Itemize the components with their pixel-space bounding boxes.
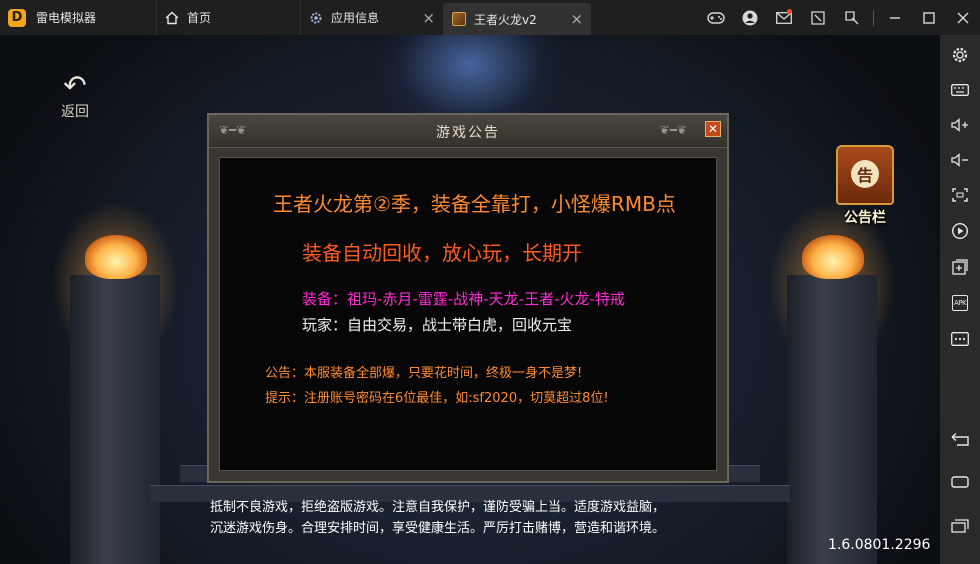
notice-dialog-header: ❦━❦ ❦━❦ 游戏公告 ✕ <box>209 115 727 148</box>
keyboard-icon[interactable] <box>940 76 980 104</box>
app-brand: D 雷电模拟器 <box>0 0 156 35</box>
right-pillar <box>787 275 877 564</box>
back-icon[interactable] <box>940 425 980 453</box>
apk-install-button[interactable]: APK <box>940 289 980 317</box>
notice-dialog: ❦━❦ ❦━❦ 游戏公告 ✕ 王者火龙第②季，装备全靠打，小怪爆RMB点 装备自… <box>207 113 729 483</box>
app-logo-icon: D <box>8 8 26 27</box>
notice-line: 公告：本服装备全部爆，只要花时间，终极一身不是梦! <box>265 366 583 381</box>
notification-dot <box>787 9 792 14</box>
bulletin-board-icon: 告 <box>836 145 894 205</box>
mail-icon[interactable] <box>767 0 801 35</box>
version-label: 1.6.0801.2296 <box>828 537 931 553</box>
user-icon[interactable] <box>733 0 767 35</box>
back-label: 返回 <box>61 104 89 120</box>
apk-install-icon: APK <box>952 295 968 311</box>
health-gaming-notice: 抵制不良游戏，拒绝盗版游戏。注意自我保护，谨防受骗上当。适度游戏益脑， 沉迷游戏… <box>210 497 665 539</box>
notice-title: 游戏公告 <box>436 125 500 141</box>
fullscreen-icon[interactable] <box>940 181 980 209</box>
video-record-icon[interactable] <box>940 217 980 245</box>
add-multi-instance-icon[interactable] <box>940 253 980 281</box>
minimize-to-tray-icon[interactable] <box>801 0 835 35</box>
notice-line: 王者火龙第②季，装备全靠打，小怪爆RMB点 <box>273 192 676 216</box>
back-button[interactable]: ↶ 返回 <box>50 71 100 121</box>
gamepad-icon[interactable] <box>699 0 733 35</box>
window-controls <box>699 0 980 35</box>
notice-content: 王者火龙第②季，装备全靠打，小怪爆RMB点 装备自动回收，放心玩，长期开 装备：… <box>219 157 717 471</box>
bulletin-board-button[interactable]: 告 公告栏 <box>826 145 904 227</box>
tab-label: 首页 <box>187 11 212 25</box>
maximize-icon[interactable] <box>912 0 946 35</box>
tab-app-info[interactable]: 应用信息 × <box>300 0 443 35</box>
app-name: 雷电模拟器 <box>36 11 97 25</box>
tab-home[interactable]: 首页 <box>156 0 300 35</box>
game-icon <box>452 12 466 26</box>
more-icon[interactable] <box>940 325 980 353</box>
tab-close-icon[interactable]: × <box>570 10 583 28</box>
volume-up-icon[interactable] <box>940 111 980 139</box>
tab-label: 应用信息 <box>331 11 380 25</box>
game-screen[interactable]: ↶ 返回 告 公告栏 ❦━❦ ❦━❦ 游戏公告 ✕ 王者火龙第②季，装备全靠打，… <box>0 35 940 564</box>
settings-icon[interactable] <box>940 41 980 69</box>
notice-close-button[interactable]: ✕ <box>705 121 721 137</box>
tab-label: 王者火龙v2 <box>474 12 537 27</box>
right-brazier-flame <box>802 235 864 279</box>
left-brazier-flame <box>85 235 147 279</box>
home-icon <box>165 11 179 25</box>
emulator-sidebar: APK <box>940 35 980 564</box>
health-notice-line: 抵制不良游戏，拒绝盗版游戏。注意自我保护，谨防受骗上当。适度游戏益脑， <box>210 500 666 515</box>
home-icon[interactable] <box>940 468 980 496</box>
back-arrow-icon: ↶ <box>63 69 87 102</box>
minimize-icon[interactable] <box>878 0 912 35</box>
recent-apps-icon[interactable] <box>940 512 980 540</box>
notice-line: 玩家：自由交易，战士带白虎，回收元宝 <box>302 316 573 334</box>
left-pillar <box>70 275 160 564</box>
bulletin-board-char: 告 <box>851 160 879 188</box>
volume-down-icon[interactable] <box>940 146 980 174</box>
notice-line: 提示：注册账号密码在6位最佳，如:sf2020，切莫超过8位! <box>265 391 609 406</box>
bulletin-board-label: 公告栏 <box>844 210 886 226</box>
screenshot-tool-icon[interactable] <box>835 0 869 35</box>
notice-line: 装备自动回收，放心玩，长期开 <box>302 241 582 265</box>
separator <box>873 9 874 26</box>
notice-line: 装备：祖玛-赤月-雷霆-战神-天龙-王者-火龙-特戒 <box>302 290 625 308</box>
close-icon[interactable] <box>946 0 980 35</box>
health-notice-line: 沉迷游戏伤身。合理安排时间，享受健康生活。严厉打击赌博，营造和谐环境。 <box>210 521 666 536</box>
tab-close-icon[interactable]: × <box>422 9 435 27</box>
title-bar: D 雷电模拟器 首页 应用信息 × 王者火龙v2 × <box>0 0 980 35</box>
gear-icon <box>309 11 323 25</box>
tab-game[interactable]: 王者火龙v2 × <box>443 3 591 35</box>
